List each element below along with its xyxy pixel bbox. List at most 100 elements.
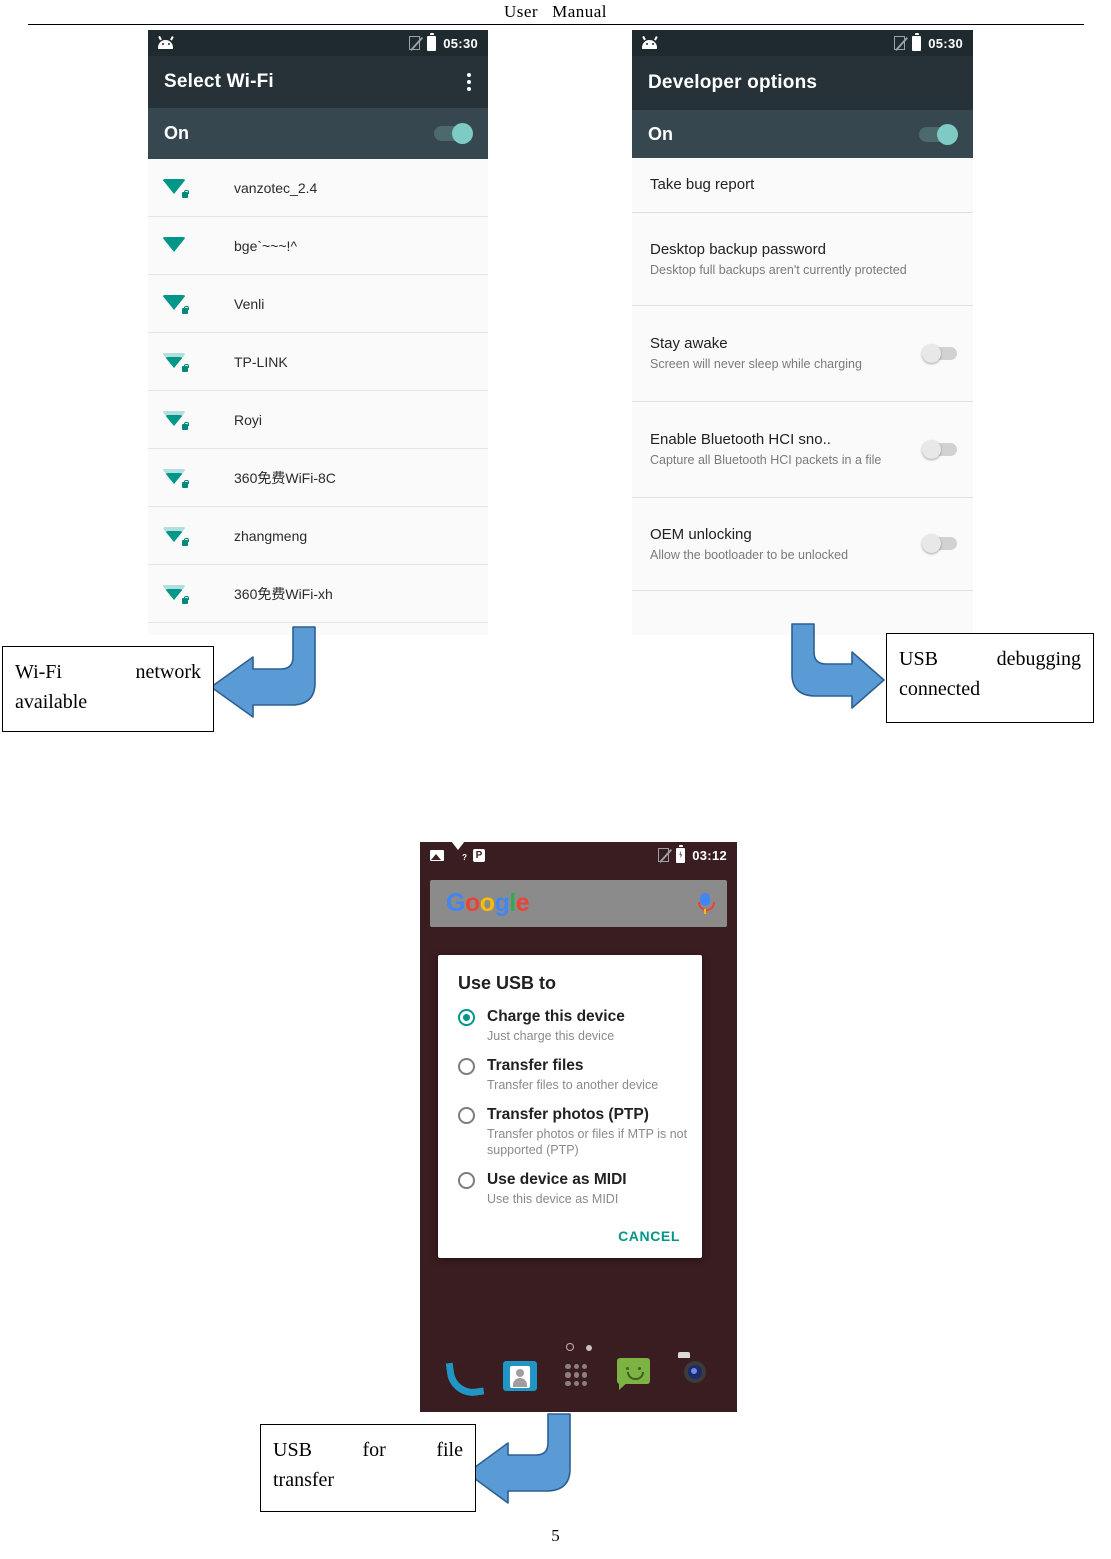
- no-sim-icon: [658, 848, 670, 862]
- header-title-word2: Manual: [552, 2, 608, 21]
- wifi-network-row[interactable]: 360免费WiFi-8C: [148, 449, 488, 507]
- callout-usbfile-text-b: for: [362, 1439, 386, 1461]
- wifi-signal-icon: [162, 526, 189, 546]
- dev-master-toggle[interactable]: [919, 123, 958, 145]
- wifi-signal-icon: [162, 584, 189, 604]
- microphone-icon[interactable]: [698, 892, 715, 915]
- wifi-network-row[interactable]: Royi: [148, 391, 488, 449]
- usb-option-charge[interactable]: Charge this device Just charge this devi…: [438, 1008, 702, 1044]
- dev-option-row[interactable]: OEM unlocking Allow the bootloader to be…: [632, 498, 973, 591]
- wifi-signal-icon: [162, 410, 189, 430]
- wifi-network-row[interactable]: vanzotec_2.4: [148, 159, 488, 217]
- wifi-master-switch-row[interactable]: On: [148, 108, 488, 159]
- page-dot-active: [585, 1345, 592, 1351]
- camera-icon[interactable]: [673, 1352, 715, 1398]
- callout-usbdebug-text-a: USB: [899, 648, 938, 670]
- callout-usb-debugging: USB debugging connected: [886, 633, 1094, 723]
- home-dock: [420, 1350, 737, 1408]
- wifi-network-list: vanzotec_2.4 bge`~~~!^ Venli TP-LINK Roy…: [148, 159, 488, 623]
- app-drawer-icon[interactable]: [557, 1356, 599, 1398]
- battery-charging-icon: [676, 844, 686, 863]
- wifi-app-bar: Select Wi-Fi: [148, 56, 488, 108]
- header-title: User Manual: [504, 0, 607, 24]
- wifi-network-row[interactable]: 360免费WiFi-xh: [148, 565, 488, 623]
- wifi-status-bar: 05:30: [148, 30, 488, 56]
- phone-icon[interactable]: [442, 1356, 485, 1400]
- dev-master-switch-row[interactable]: On: [632, 110, 973, 158]
- radio-button-icon[interactable]: [458, 1057, 475, 1075]
- callout-wifi-text-b: network: [135, 661, 201, 683]
- callout-usb-file-transfer: USB for file transfer: [260, 1424, 476, 1512]
- wifi-signal-icon: [162, 352, 189, 372]
- stay-awake-toggle[interactable]: [922, 343, 957, 363]
- wifi-switch-label: On: [164, 123, 189, 143]
- home-page-indicator: [420, 1338, 737, 1351]
- google-logo: Google: [446, 889, 530, 917]
- developer-options-screenshot: 05:30 Developer options On Take bug repo…: [632, 30, 973, 635]
- dev-option-row[interactable]: Enable Bluetooth HCI sno.. Capture all B…: [632, 402, 973, 498]
- wifi-network-row[interactable]: bge`~~~!^: [148, 217, 488, 275]
- wifi-network-name: 360免费WiFi-8C: [234, 469, 336, 486]
- no-sim-icon: [894, 36, 906, 50]
- wifi-status-time: 05:30: [443, 35, 478, 51]
- radio-button-icon[interactable]: [458, 1171, 475, 1189]
- home-screen-screenshot: ? P 03:12 Google Use USB to Charge this …: [420, 842, 737, 1412]
- dev-option-summary: Screen will never sleep while charging: [650, 357, 862, 371]
- dev-option-title: OEM unlocking: [650, 525, 752, 543]
- dev-option-title: Stay awake: [650, 335, 728, 352]
- wifi-signal-icon: [162, 236, 187, 255]
- google-search-bar[interactable]: Google: [430, 880, 727, 927]
- usb-dialog-title: Use USB to: [458, 973, 557, 993]
- usb-option-transfer-photos[interactable]: Transfer photos (PTP) Transfer photos or…: [438, 1106, 702, 1158]
- wifi-network-name: zhangmeng: [234, 527, 308, 544]
- wifi-network-name: vanzotec_2.4: [234, 179, 318, 196]
- radio-button-icon[interactable]: [458, 1106, 475, 1124]
- wifi-network-name: 360免费WiFi-xh: [234, 585, 333, 602]
- no-sim-icon: [409, 36, 421, 50]
- photo-icon: [430, 849, 444, 861]
- dev-option-summary: Capture all Bluetooth HCI packets in a f…: [650, 453, 882, 467]
- wifi-network-row[interactable]: zhangmeng: [148, 507, 488, 565]
- battery-icon: [427, 32, 437, 51]
- bluetooth-hci-toggle[interactable]: [922, 439, 957, 459]
- contacts-icon[interactable]: [500, 1356, 542, 1398]
- dev-option-title: Desktop backup password: [650, 240, 826, 258]
- overflow-menu-icon[interactable]: [467, 73, 472, 91]
- messaging-icon[interactable]: [615, 1356, 657, 1398]
- wifi-callout-arrow: [210, 626, 316, 718]
- dev-option-title: Take bug report: [650, 175, 755, 193]
- usb-dialog-cancel-button[interactable]: CANCEL: [438, 1220, 702, 1252]
- dev-option-summary: Desktop full backups aren't currently pr…: [650, 262, 907, 277]
- dev-status-bar: 05:30: [632, 30, 973, 56]
- dev-switch-label: On: [648, 123, 673, 144]
- wifi-signal-icon: [162, 178, 189, 198]
- callout-wifi-text-c: available: [15, 691, 88, 713]
- usb-option-label: Transfer files: [487, 1057, 584, 1074]
- wifi-network-row[interactable]: TP-LINK: [148, 333, 488, 391]
- radio-button-icon[interactable]: [458, 1008, 475, 1026]
- p-badge-icon: P: [473, 848, 485, 862]
- dev-status-time: 05:30: [928, 35, 963, 51]
- usb-option-summary: Transfer photos or files if MTP is not s…: [487, 1127, 688, 1157]
- document-header: User Manual: [0, 0, 1111, 26]
- callout-wifi-available: Wi-Fi network available: [2, 646, 214, 732]
- callout-usbfile-text-a: USB: [273, 1439, 312, 1461]
- wifi-network-name: bge`~~~!^: [234, 237, 298, 254]
- wifi-network-row[interactable]: Venli: [148, 275, 488, 333]
- dev-option-row[interactable]: Take bug report: [632, 158, 973, 213]
- battery-icon: [912, 32, 922, 51]
- header-title-word1: User: [503, 2, 539, 21]
- callout-usbdebug-text-b: debugging: [996, 648, 1081, 670]
- developer-options-list: Take bug report Desktop backup password …: [632, 158, 973, 591]
- dev-app-bar: Developer options: [632, 56, 973, 110]
- wifi-network-name: Royi: [234, 411, 263, 428]
- dev-option-row[interactable]: Desktop backup password Desktop full bac…: [632, 213, 973, 306]
- usb-option-midi[interactable]: Use device as MIDI Use this device as MI…: [438, 1171, 702, 1207]
- callout-usbdebug-text-c: connected: [899, 678, 981, 700]
- usb-debug-callout-arrow: [791, 623, 885, 709]
- dev-option-row[interactable]: Stay awake Screen will never sleep while…: [632, 306, 973, 402]
- wifi-master-toggle[interactable]: [434, 123, 473, 144]
- wifi-signal-icon: [162, 468, 189, 488]
- oem-unlocking-toggle[interactable]: [922, 534, 957, 553]
- usb-option-transfer-files[interactable]: Transfer files Transfer files to another…: [438, 1057, 702, 1093]
